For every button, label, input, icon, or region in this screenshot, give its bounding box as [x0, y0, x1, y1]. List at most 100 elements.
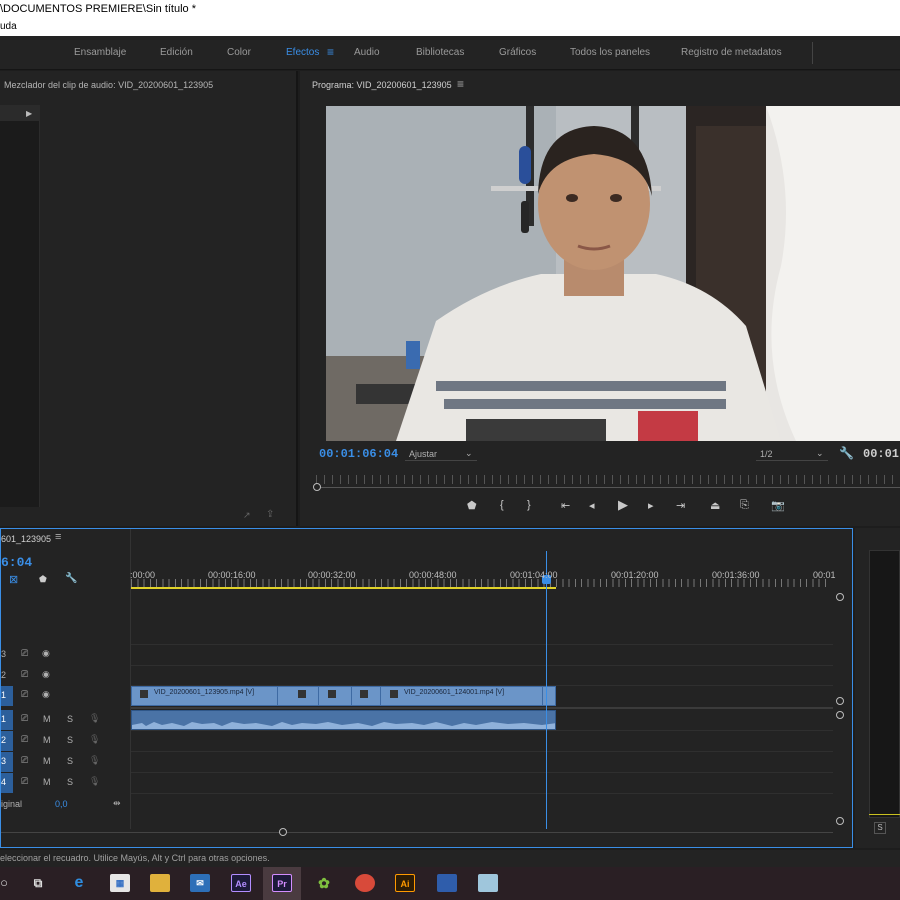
app-icon[interactable]	[478, 874, 498, 892]
marker-icon[interactable]: ⬟	[467, 499, 477, 512]
folder-icon[interactable]	[150, 874, 170, 892]
track-divider	[131, 730, 833, 731]
workspace-tab-metadatos[interactable]: Registro de metadatos	[681, 47, 782, 58]
solo-button[interactable]: S	[67, 756, 73, 766]
eye-icon[interactable]: ◉	[42, 669, 50, 680]
step-forward-icon[interactable]: ▸	[648, 499, 654, 512]
workspace-tab-ensamblaje[interactable]: Ensamblaje	[74, 47, 126, 58]
track-label: 1	[1, 690, 7, 700]
horizontal-scrollbar[interactable]	[1, 832, 833, 833]
film-icon[interactable]: ⎚	[21, 713, 28, 724]
mark-in-icon[interactable]: {	[500, 499, 504, 511]
track-scroll-handle[interactable]	[836, 711, 844, 719]
play-arrow-icon[interactable]: ▶	[26, 109, 32, 118]
after-effects-icon[interactable]: Ae	[231, 874, 251, 892]
master-volume-value[interactable]: 0,0	[55, 799, 68, 809]
wrench-icon[interactable]: 🔧	[839, 446, 854, 460]
wrench-icon[interactable]: 🔧	[65, 573, 77, 584]
mute-button[interactable]: M	[43, 777, 51, 787]
mark-out-icon[interactable]: }	[527, 499, 531, 511]
monitor-ruler[interactable]	[316, 475, 900, 484]
resolution-dropdown[interactable]: 1/2 ⌄	[756, 447, 828, 461]
timeline-timecode[interactable]: 6:04	[1, 555, 32, 570]
film-icon[interactable]: ⎚	[21, 689, 28, 700]
window-title: \DOCUMENTOS PREMIERE\Sin título *	[0, 3, 197, 15]
solo-button[interactable]: S	[874, 822, 886, 834]
mute-button[interactable]: M	[43, 714, 51, 724]
program-video-frame[interactable]	[326, 106, 900, 441]
go-to-out-icon[interactable]: ⇥	[676, 499, 685, 512]
edge-icon[interactable]: e	[69, 874, 89, 892]
store-icon[interactable]: ▦	[110, 874, 130, 892]
eye-icon[interactable]: ◉	[42, 648, 50, 659]
extract-icon[interactable]: ⎘	[740, 499, 749, 512]
fit-dropdown[interactable]: Ajustar ⌄	[405, 447, 477, 461]
play-icon[interactable]: ▶	[618, 497, 628, 513]
go-to-end-icon[interactable]: ⇹	[113, 798, 121, 809]
microphone-icon[interactable]: 🎙	[89, 734, 100, 745]
panel-menu-icon[interactable]: ≡	[55, 531, 61, 543]
mute-button[interactable]: M	[43, 735, 51, 745]
panel-title: Programa: VID_20200601_123905	[312, 80, 452, 90]
film-icon[interactable]: ⎚	[21, 648, 28, 659]
lift-icon[interactable]: ⏏	[710, 499, 720, 512]
premiere-icon[interactable]: Pr	[272, 874, 292, 892]
film-icon[interactable]: ⎚	[21, 669, 28, 680]
snap-icon[interactable]: ⊠	[9, 573, 18, 586]
workspace-tab-todos[interactable]: Todos los paneles	[570, 47, 650, 58]
solo-button[interactable]: S	[67, 777, 73, 787]
menu-help[interactable]: uda	[0, 21, 17, 32]
track-scroll-handle[interactable]	[836, 697, 844, 705]
app-icon[interactable]: ✿	[314, 874, 334, 892]
workspace-tab-bibliotecas[interactable]: Bibliotecas	[416, 47, 464, 58]
microphone-icon[interactable]: 🎙	[89, 713, 100, 724]
marker-icon[interactable]: ⬟	[39, 574, 47, 585]
panel-menu-icon[interactable]: ≡	[457, 77, 464, 91]
solo-button[interactable]: S	[67, 735, 73, 745]
chrome-icon[interactable]	[355, 874, 375, 892]
workspace-tab-audio[interactable]: Audio	[354, 47, 380, 58]
workspace-tab-graficos[interactable]: Gráficos	[499, 47, 536, 58]
eye-icon[interactable]: ◉	[42, 689, 50, 700]
workspace-tab-color[interactable]: Color	[227, 47, 251, 58]
microphone-icon[interactable]: 🎙	[89, 755, 100, 766]
mute-button[interactable]: M	[43, 756, 51, 766]
microphone-icon[interactable]: 🎙	[89, 776, 100, 787]
workspace-tab-efectos[interactable]: Efectos	[286, 47, 319, 58]
video-clip[interactable]: VID_20200601_123905.mp4 [V] VID_20200601…	[131, 686, 556, 706]
mail-icon[interactable]: ✉	[190, 874, 210, 892]
ruler-label: 00:00:16:00	[208, 570, 256, 580]
master-label: iginal	[1, 799, 23, 809]
illustrator-icon[interactable]: Ai	[395, 874, 415, 892]
horizontal-scroll-handle[interactable]	[279, 828, 287, 836]
app-icon[interactable]	[437, 874, 457, 892]
film-icon[interactable]: ⎚	[21, 734, 28, 745]
track-label: 1	[1, 714, 7, 724]
workspace-tab-edicion[interactable]: Edición	[160, 47, 193, 58]
timeline-ruler[interactable]	[131, 579, 831, 587]
track-scroll-handle[interactable]	[836, 817, 844, 825]
camera-icon[interactable]: 📷	[771, 499, 785, 512]
monitor-scrub-handle[interactable]	[313, 483, 321, 491]
go-to-in-icon[interactable]: ⇤	[561, 499, 570, 512]
task-view-icon[interactable]: ⧉	[28, 874, 48, 892]
playhead-line[interactable]	[546, 551, 547, 829]
work-area-bar[interactable]	[131, 587, 556, 589]
film-icon[interactable]: ⎚	[21, 755, 28, 766]
export-icon[interactable]: ⇪	[266, 509, 274, 520]
hamburger-icon[interactable]: ≡	[327, 45, 334, 59]
search-icon[interactable]: ○	[0, 874, 14, 892]
monitor-scrub-bar[interactable]	[316, 487, 900, 488]
fx-badge-icon	[360, 690, 368, 698]
solo-button[interactable]: S	[67, 714, 73, 724]
panel-title: Mezclador del clip de audio: VID_2020060…	[4, 80, 214, 90]
vertical-scroll-handle[interactable]	[836, 593, 844, 601]
av-divider	[131, 707, 833, 709]
sequence-tab[interactable]: 601_123905	[1, 534, 51, 544]
audio-clip[interactable]	[131, 710, 556, 730]
clip-edge	[351, 687, 352, 705]
loop-icon[interactable]: ↗	[243, 510, 251, 521]
film-icon[interactable]: ⎚	[21, 776, 28, 787]
program-timecode[interactable]: 00:01:06:04	[319, 447, 398, 461]
step-back-icon[interactable]: ◂	[589, 499, 595, 512]
